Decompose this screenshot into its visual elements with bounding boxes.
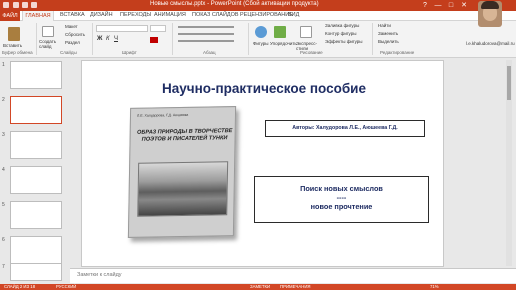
bullets-icon[interactable]: [178, 26, 234, 28]
thumb-number: 2: [2, 97, 5, 103]
font-size-field[interactable]: [150, 25, 166, 32]
font-color-icon[interactable]: [150, 37, 158, 43]
replace-button[interactable]: Заменить: [378, 31, 398, 36]
quick-styles-icon[interactable]: [300, 26, 312, 38]
font-name-field[interactable]: [96, 25, 148, 32]
tab-slideshow[interactable]: ПОКАЗ СЛАЙДОВ: [192, 12, 239, 18]
italic-icon[interactable]: К: [106, 36, 110, 42]
slide-thumbnail-2[interactable]: [10, 96, 62, 124]
group-slides: Слайды: [60, 50, 77, 55]
tab-transitions[interactable]: ПЕРЕХОДЫ: [120, 12, 151, 18]
zoom-level[interactable]: 71%: [430, 284, 439, 289]
line-spacing-icon[interactable]: [178, 40, 234, 42]
group-drawing: Рисование: [300, 50, 323, 55]
notes-pane[interactable]: Заметки к слайду: [70, 268, 516, 283]
group-font: Шрифт: [122, 50, 137, 55]
tab-animations[interactable]: АНИМАЦИЯ: [154, 12, 186, 18]
ribbon-divider: [92, 23, 93, 55]
reset-button[interactable]: Сбросить: [65, 32, 85, 37]
vertical-scrollbar[interactable]: [506, 60, 512, 266]
align-icon[interactable]: [178, 33, 234, 35]
save-icon[interactable]: [13, 2, 19, 8]
authors-textbox[interactable]: Авторы: Халудорова Л.Е., Аюшеева Г.Д.: [265, 120, 425, 137]
shapes-icon[interactable]: [255, 26, 267, 38]
ribbon-divider: [248, 23, 249, 55]
thumb-number: 4: [2, 167, 5, 173]
slide-canvas[interactable]: Научно-практическое пособие Л.Е. Халудор…: [81, 60, 444, 267]
section-button[interactable]: Раздел: [65, 40, 80, 45]
close-button[interactable]: ✕: [459, 1, 469, 10]
paste-icon[interactable]: [8, 27, 20, 41]
paste-button[interactable]: Вставить: [3, 43, 22, 48]
layout-button[interactable]: Макет: [65, 24, 78, 29]
group-editing: Редактирование: [380, 50, 415, 55]
slide-thumbnails-panel: 1 2 3 4 5 6 7: [0, 58, 70, 284]
slide-thumbnail-1[interactable]: [10, 61, 62, 89]
book-cover-photo: [137, 161, 229, 217]
new-slide-button[interactable]: Создать слайд: [39, 39, 61, 49]
ribbon-divider: [372, 23, 373, 55]
slide-counter: СЛАЙД 2 ИЗ 18: [4, 283, 36, 289]
redo-icon[interactable]: [31, 2, 37, 8]
notes-toggle[interactable]: ЗАМЕТКИ: [250, 284, 270, 289]
hair-image: [481, 1, 499, 9]
tab-home[interactable]: ГЛАВНАЯ: [22, 11, 54, 21]
underline-icon[interactable]: Ч: [114, 36, 118, 42]
user-account[interactable]: l.e.khaludorova@mail.ru: [466, 41, 515, 46]
scrollbar-thumb[interactable]: [507, 66, 511, 100]
language-indicator[interactable]: РУССКИЙ: [56, 284, 76, 289]
thumb-number: 1: [2, 62, 5, 68]
group-paragraph: Абзац: [203, 50, 216, 55]
slide-thumbnail-6[interactable]: [10, 236, 62, 264]
comments-toggle[interactable]: ПРИМЕЧАНИЯ: [280, 284, 311, 289]
subtitle-textbox[interactable]: Поиск новых смыслов ---- новое прочтение: [254, 176, 429, 223]
slide-thumbnail-7[interactable]: [10, 263, 62, 281]
status-bar: СЛАЙД 2 ИЗ 18 РУССКИЙ ЗАМЕТКИ ПРИМЕЧАНИЯ…: [0, 284, 516, 290]
tab-insert[interactable]: ВСТАВКА: [60, 12, 85, 18]
shape-fill-button[interactable]: Заливка фигуры: [325, 23, 359, 28]
help-button[interactable]: ?: [420, 1, 430, 10]
bold-icon[interactable]: Ж: [97, 36, 102, 42]
book-cover-authors: Л.Е. Халудорова, Г.Д. Аюшеева: [136, 112, 189, 118]
subtitle-dashes: ----: [336, 193, 347, 202]
tab-review[interactable]: РЕЦЕНЗИРОВАНИЕ: [240, 12, 293, 18]
tab-design[interactable]: ДИЗАЙН: [90, 12, 113, 18]
powerpoint-logo-icon: [3, 2, 9, 8]
minimize-button[interactable]: —: [433, 1, 443, 10]
avatar: [478, 1, 502, 27]
shape-outline-button[interactable]: Контур фигуры: [325, 31, 356, 36]
book-cover-title: ОБРАЗ ПРИРОДЫ В ТВОРЧЕСТВЕ ПОЭТОВ И ПИСА…: [136, 128, 233, 143]
ribbon: Вставить Буфер обмена Создать слайд Маке…: [0, 21, 516, 58]
ribbon-divider: [36, 23, 37, 55]
select-button[interactable]: Выделить: [378, 39, 399, 44]
arrange-icon[interactable]: [274, 26, 286, 38]
find-button[interactable]: Найти: [378, 23, 391, 28]
shapes-button[interactable]: Фигуры: [253, 41, 269, 46]
maximize-button[interactable]: □: [446, 1, 456, 10]
group-clipboard: Буфер обмена: [2, 50, 33, 55]
arrange-button[interactable]: Упорядочить: [270, 41, 297, 46]
title-bar: Новые смыслы.pptx - PowerPoint (Сбой акт…: [0, 0, 516, 11]
tab-view[interactable]: ВИД: [288, 12, 299, 18]
new-slide-icon[interactable]: [42, 26, 54, 37]
undo-icon[interactable]: [22, 2, 28, 8]
thumb-number: 5: [2, 202, 5, 208]
slide-thumbnail-3[interactable]: [10, 131, 62, 159]
ribbon-divider: [172, 23, 173, 55]
slide-title[interactable]: Научно-практическое пособие: [134, 81, 394, 96]
subtitle-line-2: новое прочтение: [310, 202, 373, 211]
thumb-number: 7: [2, 264, 5, 270]
tab-file[interactable]: ФАЙЛ: [0, 11, 20, 21]
book-cover-image[interactable]: Л.Е. Халудорова, Г.Д. Аюшеева ОБРАЗ ПРИР…: [127, 106, 237, 238]
ribbon-tabs: ФАЙЛ ГЛАВНАЯ ВСТАВКА ДИЗАЙН ПЕРЕХОДЫ АНИ…: [0, 11, 516, 21]
slide-thumbnail-4[interactable]: [10, 166, 62, 194]
thumb-number: 3: [2, 132, 5, 138]
thumb-number: 6: [2, 237, 5, 243]
shape-effects-button[interactable]: Эффекты фигуры: [325, 39, 363, 44]
slide-thumbnail-5[interactable]: [10, 201, 62, 229]
notes-placeholder[interactable]: Заметки к слайду: [77, 272, 122, 278]
window-title: Новые смыслы.pptx - PowerPoint (Сбой акт…: [150, 1, 319, 7]
